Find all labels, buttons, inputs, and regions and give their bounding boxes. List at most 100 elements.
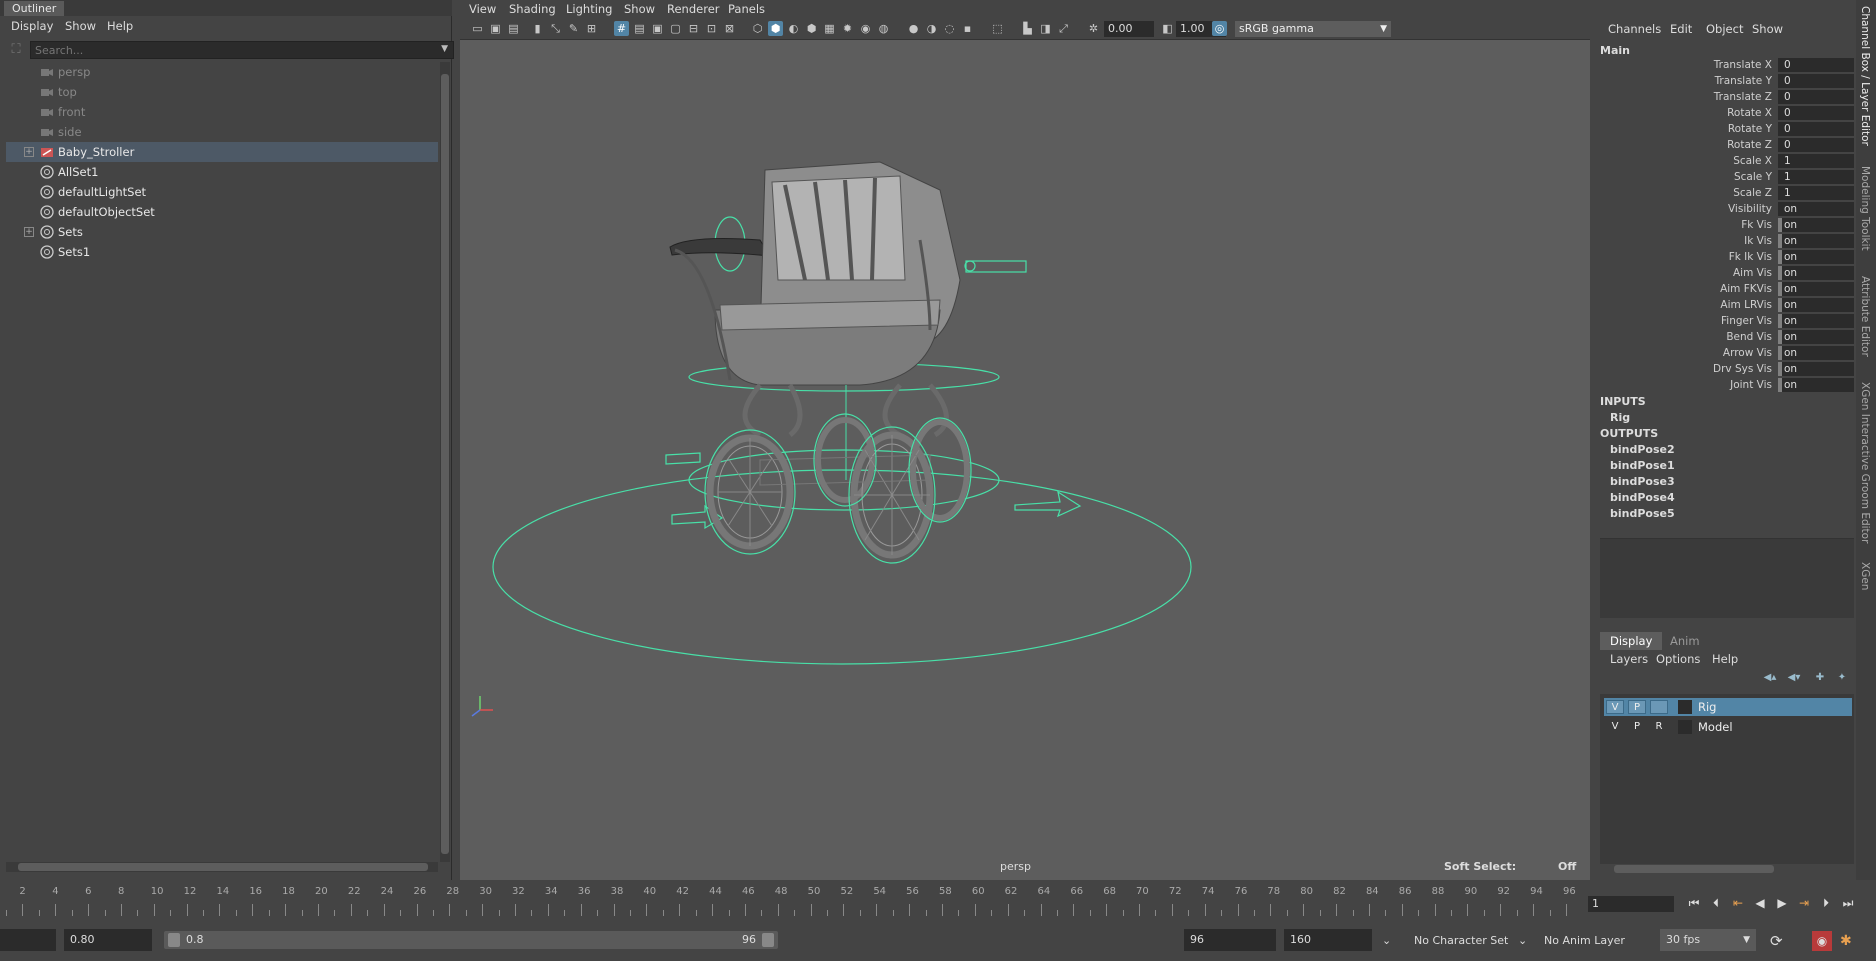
attribute-name[interactable]: Rotate Z bbox=[1727, 139, 1772, 151]
attribute-row[interactable]: Translate Y 0 bbox=[1596, 73, 1854, 89]
preferences-icon[interactable]: ✱ bbox=[1840, 931, 1852, 951]
outliner-item[interactable]: defaultObjectSet bbox=[6, 202, 438, 222]
attribute-row[interactable]: Translate X 0 bbox=[1596, 57, 1854, 73]
viewport-canvas[interactable]: persp Soft Select: Off bbox=[460, 40, 1590, 880]
new-layer-icon[interactable]: ✚ bbox=[1812, 672, 1828, 686]
outliner-menu-help[interactable]: Help bbox=[107, 19, 133, 33]
attribute-row[interactable]: Fk Vis on bbox=[1596, 217, 1854, 233]
loop-icon[interactable]: ⟳ bbox=[1770, 931, 1783, 951]
attribute-name[interactable]: Ik Vis bbox=[1744, 235, 1772, 247]
attribute-row[interactable]: Scale Z 1 bbox=[1596, 185, 1854, 201]
viewport-menu-view[interactable]: View bbox=[469, 2, 496, 16]
output-node[interactable]: bindPose5 bbox=[1610, 507, 1675, 520]
field-chart-icon[interactable]: ⊟ bbox=[686, 21, 701, 36]
attribute-name[interactable]: Scale X bbox=[1733, 155, 1772, 167]
outliner-horizontal-scrollbar[interactable] bbox=[6, 862, 438, 872]
outliner-title[interactable]: Outliner bbox=[4, 1, 65, 16]
gamma-icon[interactable]: ◧ bbox=[1160, 21, 1175, 36]
attribute-row[interactable]: Joint Vis on bbox=[1596, 377, 1854, 393]
viewport-menu-renderer[interactable]: Renderer bbox=[667, 2, 720, 16]
start-time-field[interactable] bbox=[0, 929, 56, 951]
character-set-dropdown-icon[interactable]: ⌄ bbox=[1382, 931, 1391, 951]
layer-color-swatch[interactable] bbox=[1678, 700, 1692, 714]
attribute-name[interactable]: Finger Vis bbox=[1721, 315, 1772, 327]
hud-icon[interactable]: ▙ bbox=[1020, 21, 1035, 36]
layer-menu-layers[interactable]: Layers bbox=[1610, 652, 1648, 666]
attribute-value[interactable]: on bbox=[1778, 234, 1854, 248]
attribute-value[interactable]: 1 bbox=[1778, 186, 1854, 200]
attribute-row[interactable]: Fk Ik Vis on bbox=[1596, 249, 1854, 265]
wireframe-on-shaded-icon[interactable]: ⬢ bbox=[804, 21, 819, 36]
textured-icon[interactable]: ▦ bbox=[822, 21, 837, 36]
channel-box-menu-channels[interactable]: Channels bbox=[1608, 22, 1661, 36]
outliner-item[interactable]: side bbox=[6, 122, 438, 142]
attribute-name[interactable]: Aim Vis bbox=[1733, 267, 1772, 279]
safe-title-icon[interactable]: ⊠ bbox=[722, 21, 737, 36]
output-node[interactable]: bindPose1 bbox=[1610, 459, 1675, 472]
attribute-name[interactable]: Fk Ik Vis bbox=[1729, 251, 1772, 263]
layer-row-model[interactable]: V P R Model bbox=[1604, 718, 1852, 736]
attribute-name[interactable]: Drv Sys Vis bbox=[1713, 363, 1772, 375]
select-camera-icon[interactable]: ⬚ bbox=[990, 21, 1005, 36]
grid-icon[interactable]: # bbox=[614, 21, 629, 36]
layer-display-type-toggle[interactable] bbox=[1650, 700, 1668, 714]
attribute-row[interactable]: Aim Vis on bbox=[1596, 265, 1854, 281]
tab-display[interactable]: Display bbox=[1600, 632, 1663, 650]
outliner-item[interactable]: AllSet1 bbox=[6, 162, 438, 182]
attribute-row[interactable]: Bend Vis on bbox=[1596, 329, 1854, 345]
attribute-name[interactable]: Rotate X bbox=[1727, 107, 1772, 119]
go-to-start-icon[interactable]: ⏮ bbox=[1686, 894, 1702, 912]
layer-visibility-toggle[interactable]: V bbox=[1606, 720, 1624, 734]
attribute-row[interactable]: Ik Vis on bbox=[1596, 233, 1854, 249]
attribute-value[interactable]: on bbox=[1778, 250, 1854, 264]
attribute-row[interactable]: Rotate Z 0 bbox=[1596, 137, 1854, 153]
layer-name[interactable]: Model bbox=[1698, 720, 1733, 734]
attribute-row[interactable]: Rotate X 0 bbox=[1596, 105, 1854, 121]
exposure-icon[interactable]: ✲ bbox=[1086, 21, 1101, 36]
outliner-item[interactable]: defaultLightSet bbox=[6, 182, 438, 202]
shadows-icon[interactable]: ◉ bbox=[858, 21, 873, 36]
step-back-frame-icon[interactable]: ⏴ bbox=[1708, 894, 1724, 912]
attribute-value[interactable]: on bbox=[1778, 218, 1854, 232]
attribute-value[interactable]: 0 bbox=[1778, 106, 1854, 120]
viewport-menu-panels[interactable]: Panels bbox=[728, 2, 765, 16]
side-tab-attribute-editor[interactable]: Attribute Editor bbox=[1859, 276, 1871, 357]
xray-icon[interactable]: ● bbox=[906, 21, 921, 36]
attribute-row[interactable]: Rotate Y 0 bbox=[1596, 121, 1854, 137]
attribute-value[interactable]: 0 bbox=[1778, 74, 1854, 88]
time-slider[interactable]: 2 4 6 8 10 12 14 16 18 20 22 24 26 28 30 32 34 36 38 40 42 44… bbox=[0, 884, 1876, 922]
attribute-name[interactable]: Rotate Y bbox=[1728, 123, 1772, 135]
attribute-name[interactable]: Aim LRVis bbox=[1720, 299, 1772, 311]
attribute-name[interactable]: Translate X bbox=[1714, 59, 1772, 71]
attribute-value[interactable]: on bbox=[1778, 314, 1854, 328]
attribute-value[interactable]: on bbox=[1778, 266, 1854, 280]
channel-box-menu-edit[interactable]: Edit bbox=[1670, 22, 1692, 36]
attribute-value[interactable]: on bbox=[1778, 362, 1854, 376]
auto-key-icon[interactable]: ◉ bbox=[1812, 931, 1832, 951]
outliner-item[interactable]: Sets1 bbox=[6, 242, 438, 262]
attribute-row[interactable]: Scale Y 1 bbox=[1596, 169, 1854, 185]
attribute-value[interactable]: 0 bbox=[1778, 90, 1854, 104]
safe-action-icon[interactable]: ⊡ bbox=[704, 21, 719, 36]
outliner-item[interactable]: top bbox=[6, 82, 438, 102]
attribute-value[interactable]: on bbox=[1778, 282, 1854, 296]
output-node[interactable]: bindPose3 bbox=[1610, 475, 1675, 488]
attribute-value[interactable]: 0 bbox=[1778, 58, 1854, 72]
attribute-value[interactable]: on bbox=[1778, 330, 1854, 344]
layer-playback-toggle[interactable]: P bbox=[1628, 720, 1646, 734]
step-forward-frame-icon[interactable]: ⏵ bbox=[1818, 894, 1834, 912]
image-plane-icon[interactable]: ▮ bbox=[530, 21, 545, 36]
anim-layer-dropdown[interactable]: No Anim Layer bbox=[1544, 931, 1625, 951]
range-end-handle[interactable] bbox=[762, 933, 774, 947]
search-dropdown-icon[interactable]: ▼ bbox=[441, 44, 448, 54]
film-gate-icon[interactable]: ▤ bbox=[632, 21, 647, 36]
tab-anim[interactable]: Anim bbox=[1660, 632, 1710, 650]
gate-mask-icon[interactable]: ▢ bbox=[668, 21, 683, 36]
playback-end-field[interactable]: 96 bbox=[1184, 929, 1276, 951]
attribute-name[interactable]: Arrow Vis bbox=[1723, 347, 1772, 359]
ambient-occlusion-icon[interactable]: ◍ bbox=[876, 21, 891, 36]
attribute-value[interactable]: 0 bbox=[1778, 122, 1854, 136]
attribute-row[interactable]: Scale X 1 bbox=[1596, 153, 1854, 169]
range-slider[interactable]: 0.8 96 bbox=[164, 931, 778, 949]
channel-box-menu-show[interactable]: Show bbox=[1752, 22, 1783, 36]
